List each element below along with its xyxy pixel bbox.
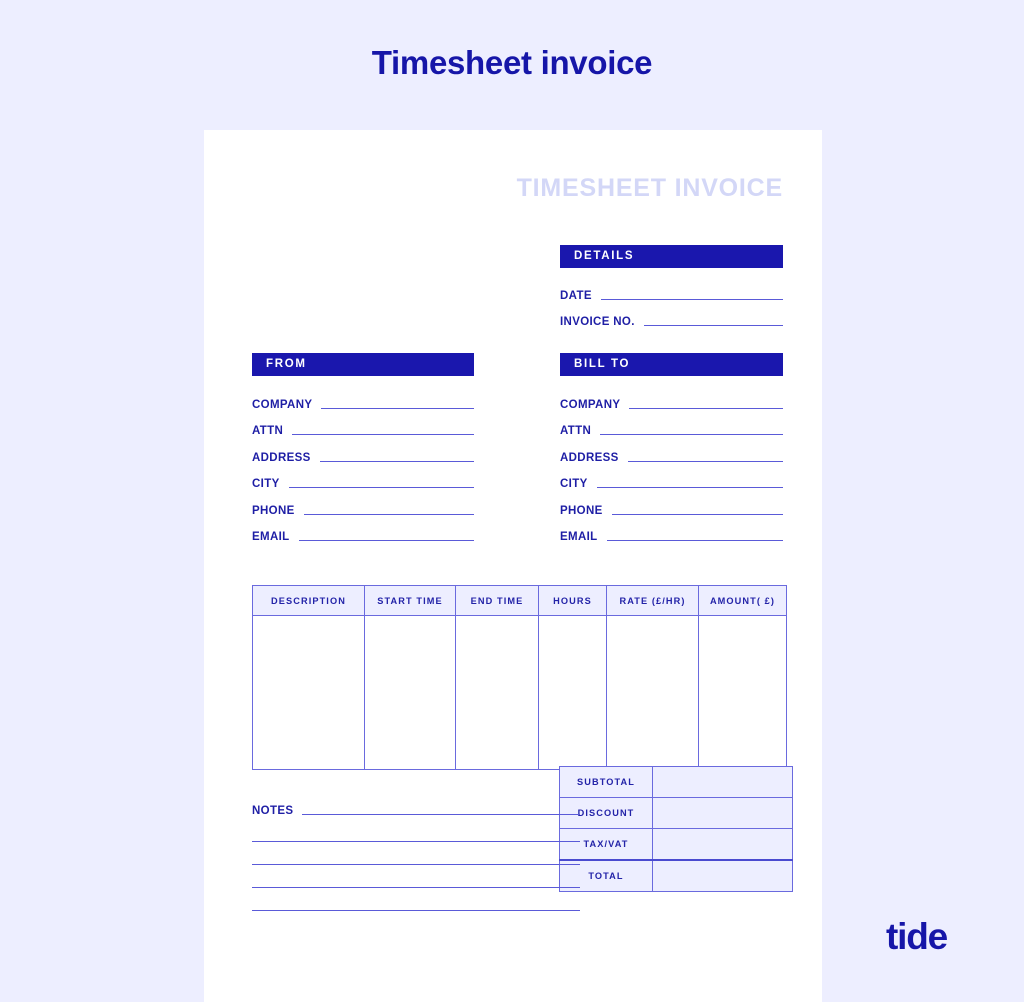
field-invoice-no[interactable]: INVOICE NO. xyxy=(560,304,783,331)
from-field-email-label: EMAIL xyxy=(252,531,290,543)
from-field-city-input[interactable] xyxy=(288,487,474,488)
field-date-input[interactable] xyxy=(600,298,783,300)
notes-first-line[interactable]: NOTES xyxy=(252,801,580,819)
from-field-company-label: COMPANY xyxy=(252,398,313,411)
cell-amount[interactable] xyxy=(698,615,787,770)
totals-row-tax-vat: TAX/VAT xyxy=(559,828,793,861)
details-fields: DATE INVOICE NO. xyxy=(560,277,783,330)
column-header-rate: RATE (£/HR) xyxy=(606,585,699,616)
from-field-phone-label: PHONE xyxy=(252,504,295,517)
bill-to-field-city-label: CITY xyxy=(560,478,588,490)
totals-label-subtotal: SUBTOTAL xyxy=(559,766,653,798)
from-field-city[interactable]: CITY xyxy=(252,466,474,493)
line-items-table: DESCRIPTION START TIME END TIME HOURS RA… xyxy=(252,585,787,770)
from-section: FROM COMPANY ATTN ADDRESS CITY PHONE EMA… xyxy=(252,353,474,545)
column-header-description: DESCRIPTION xyxy=(252,585,365,616)
from-field-attn-input[interactable] xyxy=(292,434,474,435)
from-field-email-input[interactable] xyxy=(298,540,474,541)
bill-to-field-phone[interactable]: PHONE xyxy=(560,492,783,519)
cell-end-time[interactable] xyxy=(455,615,539,770)
line-items-entry-row xyxy=(252,615,787,770)
bill-to-field-attn-input[interactable] xyxy=(600,434,783,435)
notes-input-line-1[interactable] xyxy=(302,814,580,815)
notes-input-line-5[interactable] xyxy=(252,888,580,911)
bill-to-field-address-label: ADDRESS xyxy=(560,451,619,464)
bill-to-section: BILL TO COMPANY ATTN ADDRESS CITY PHONE xyxy=(560,353,783,545)
document-title: TIMESHEET INVOICE xyxy=(516,174,783,202)
notes-input-line-4[interactable] xyxy=(252,865,580,888)
from-field-attn[interactable]: ATTN xyxy=(252,413,474,440)
totals-row-total: TOTAL xyxy=(559,859,793,892)
column-header-end-time: END TIME xyxy=(455,585,539,616)
bill-to-fields: COMPANY ATTN ADDRESS CITY PHONE EMAIL xyxy=(560,386,783,545)
field-date[interactable]: DATE xyxy=(560,277,783,304)
totals-value-total[interactable] xyxy=(652,859,793,892)
from-field-phone-input[interactable] xyxy=(303,513,474,515)
bill-to-field-company-label: COMPANY xyxy=(560,398,621,411)
bill-to-field-email-label: EMAIL xyxy=(560,531,598,543)
bill-to-field-email-input[interactable] xyxy=(606,540,783,541)
cell-hours[interactable] xyxy=(538,615,607,770)
totals-value-discount[interactable] xyxy=(652,797,793,829)
field-invoice-no-label: INVOICE NO. xyxy=(560,316,635,328)
notes-input-line-3[interactable] xyxy=(252,842,580,865)
notes-section: NOTES xyxy=(252,801,580,911)
column-header-hours: HOURS xyxy=(538,585,607,616)
from-field-address-input[interactable] xyxy=(319,460,474,462)
bill-to-field-city[interactable]: CITY xyxy=(560,466,783,493)
field-invoice-no-input[interactable] xyxy=(643,325,783,326)
page-title: Timesheet invoice xyxy=(371,44,653,81)
from-field-phone[interactable]: PHONE xyxy=(252,492,474,519)
totals-value-subtotal[interactable] xyxy=(652,766,793,798)
from-fields: COMPANY ATTN ADDRESS CITY PHONE EMAIL xyxy=(252,386,474,545)
bill-to-field-phone-label: PHONE xyxy=(560,504,603,517)
tide-logo: tide xyxy=(886,916,948,957)
bill-to-field-attn[interactable]: ATTN xyxy=(560,413,783,440)
line-items-header-row: DESCRIPTION START TIME END TIME HOURS RA… xyxy=(252,585,787,616)
field-date-label: DATE xyxy=(560,289,592,302)
bill-to-field-company-input[interactable] xyxy=(629,407,783,409)
bill-to-field-email[interactable]: EMAIL xyxy=(560,519,783,546)
bill-to-field-address[interactable]: ADDRESS xyxy=(560,439,783,466)
totals-row-discount: DISCOUNT xyxy=(559,797,793,829)
bill-to-field-city-input[interactable] xyxy=(596,487,783,488)
notes-input-line-2[interactable] xyxy=(252,819,580,842)
from-field-attn-label: ATTN xyxy=(252,425,284,437)
column-header-amount: AMOUNT( £) xyxy=(698,585,787,616)
from-field-company-input[interactable] xyxy=(321,407,474,409)
from-field-address-label: ADDRESS xyxy=(252,451,311,464)
details-section-header: DETAILS xyxy=(560,245,783,268)
from-field-city-label: CITY xyxy=(252,478,280,490)
cell-description[interactable] xyxy=(252,615,365,770)
from-field-company[interactable]: COMPANY xyxy=(252,386,474,413)
bill-to-field-address-input[interactable] xyxy=(627,460,783,462)
totals-table: SUBTOTAL DISCOUNT TAX/VAT TOTAL xyxy=(559,766,793,892)
from-section-header: FROM xyxy=(252,353,474,376)
from-field-address[interactable]: ADDRESS xyxy=(252,439,474,466)
bill-to-field-company[interactable]: COMPANY xyxy=(560,386,783,413)
cell-start-time[interactable] xyxy=(364,615,456,770)
notes-label: NOTES xyxy=(252,805,294,817)
bill-to-field-attn-label: ATTN xyxy=(560,425,592,437)
totals-row-subtotal: SUBTOTAL xyxy=(559,766,793,798)
bill-to-section-header: BILL TO xyxy=(560,353,783,376)
cell-rate[interactable] xyxy=(606,615,699,770)
totals-value-tax-vat[interactable] xyxy=(652,828,793,861)
invoice-document: TIMESHEET INVOICE DETAILS DATE INVOICE N… xyxy=(204,130,822,1002)
column-header-start-time: START TIME xyxy=(364,585,456,616)
bill-to-field-phone-input[interactable] xyxy=(611,513,783,515)
details-section: DETAILS DATE INVOICE NO. xyxy=(560,245,783,330)
from-field-email[interactable]: EMAIL xyxy=(252,519,474,546)
